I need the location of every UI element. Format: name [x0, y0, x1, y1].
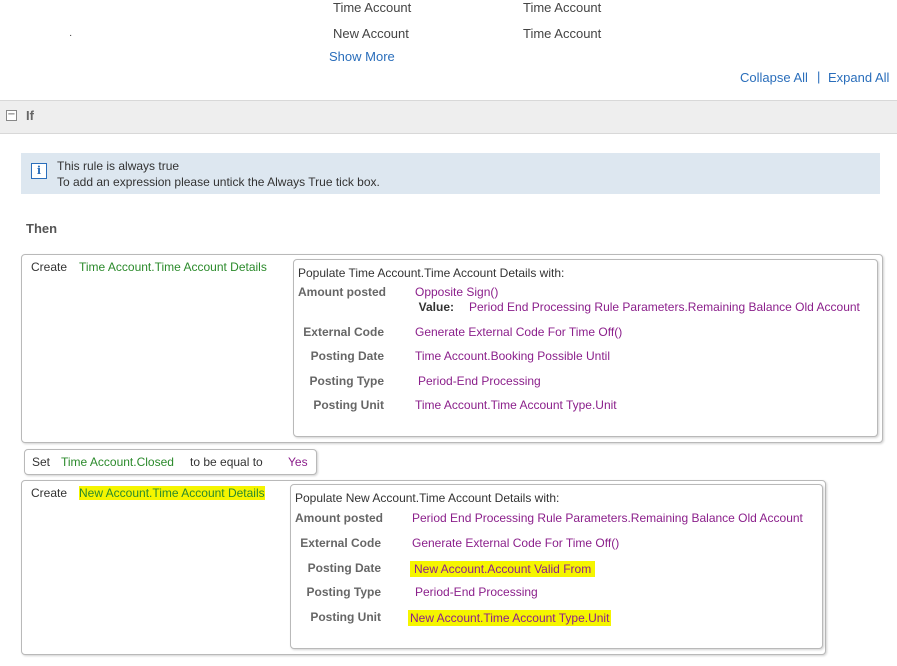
value-value[interactable]: Period End Processing Rule Parameters.Re… — [469, 300, 860, 314]
posting-type-value[interactable]: Period-End Processing — [418, 374, 541, 388]
top-row-1-col1: Time Account — [333, 0, 412, 15]
value-label: Value: — [418, 300, 454, 314]
expand-all-link[interactable]: Expand All — [828, 70, 889, 85]
if-label: If — [26, 108, 34, 123]
amount-posted-label: Amount posted — [295, 511, 383, 525]
external-code-label: External Code — [303, 325, 384, 339]
then-label: Then — [26, 221, 58, 236]
if-section-header[interactable]: − If — [0, 100, 897, 134]
posting-unit-label: Posting Unit — [313, 398, 384, 412]
create-keyword: Create — [31, 486, 68, 500]
populate-header: Populate New Account.Time Account Detail… — [295, 491, 560, 505]
posting-date-label: Posting Date — [310, 349, 384, 363]
amount-posted-label: Amount posted — [298, 285, 386, 299]
external-code-value[interactable]: Generate External Code For Time Off() — [415, 325, 622, 339]
posting-type-label: Posting Type — [306, 585, 381, 599]
external-code-value[interactable]: Generate External Code For Time Off() — [412, 536, 619, 550]
amount-posted-value[interactable]: Opposite Sign() — [415, 285, 498, 299]
posting-unit-value[interactable]: Time Account.Time Account Type.Unit — [415, 398, 617, 412]
set-keyword: Set — [32, 455, 51, 469]
collapse-all-link[interactable]: Collapse All — [740, 70, 808, 85]
dot-marker: · — [69, 30, 73, 41]
set-action[interactable]: Set Time Account.Closed to be equal to Y… — [24, 449, 317, 475]
posting-date-label: Posting Date — [307, 561, 381, 575]
posting-unit-label: Posting Unit — [310, 610, 381, 624]
create-action-2[interactable]: Create New Account.Time Account Details … — [21, 480, 826, 655]
info-icon: i — [31, 163, 47, 179]
top-row-2-col2: Time Account — [523, 26, 602, 41]
amount-posted-value[interactable]: Period End Processing Rule Parameters.Re… — [412, 511, 803, 525]
collapse-toggle-icon[interactable]: − — [6, 110, 17, 121]
posting-date-value[interactable]: Time Account.Booking Possible Until — [415, 349, 610, 363]
info-message: i This rule is always true To add an exp… — [21, 153, 880, 194]
posting-date-value[interactable]: New Account.Account Valid From — [410, 561, 596, 577]
top-row-2-col1: New Account — [333, 26, 409, 41]
posting-unit-value[interactable]: New Account.Time Account Type.Unit — [408, 610, 612, 626]
posting-type-value[interactable]: Period-End Processing — [415, 585, 538, 599]
populate-panel-1: Populate Time Account.Time Account Detai… — [293, 259, 878, 437]
top-row-1-col2: Time Account — [523, 0, 602, 15]
show-more-link[interactable]: Show More — [329, 49, 395, 64]
set-target[interactable]: Time Account.Closed — [61, 455, 174, 469]
external-code-label: External Code — [300, 536, 381, 550]
create-target-highlighted: New Account.Time Account Details — [79, 486, 265, 500]
create-target[interactable]: Time Account.Time Account Details — [79, 260, 267, 274]
create-action-1[interactable]: Create Time Account.Time Account Details… — [21, 254, 883, 443]
set-middle-text: to be equal to — [190, 455, 263, 469]
info-line-2: To add an expression please untick the A… — [57, 175, 380, 189]
posting-type-label: Posting Type — [309, 374, 384, 388]
link-separator: | — [817, 69, 821, 84]
info-line-1: This rule is always true — [57, 159, 180, 173]
create-target[interactable]: New Account.Time Account Details — [79, 486, 265, 500]
set-value[interactable]: Yes — [288, 455, 308, 469]
populate-header: Populate Time Account.Time Account Detai… — [298, 266, 565, 280]
populate-panel-2: Populate New Account.Time Account Detail… — [290, 484, 823, 649]
create-keyword: Create — [31, 260, 68, 274]
